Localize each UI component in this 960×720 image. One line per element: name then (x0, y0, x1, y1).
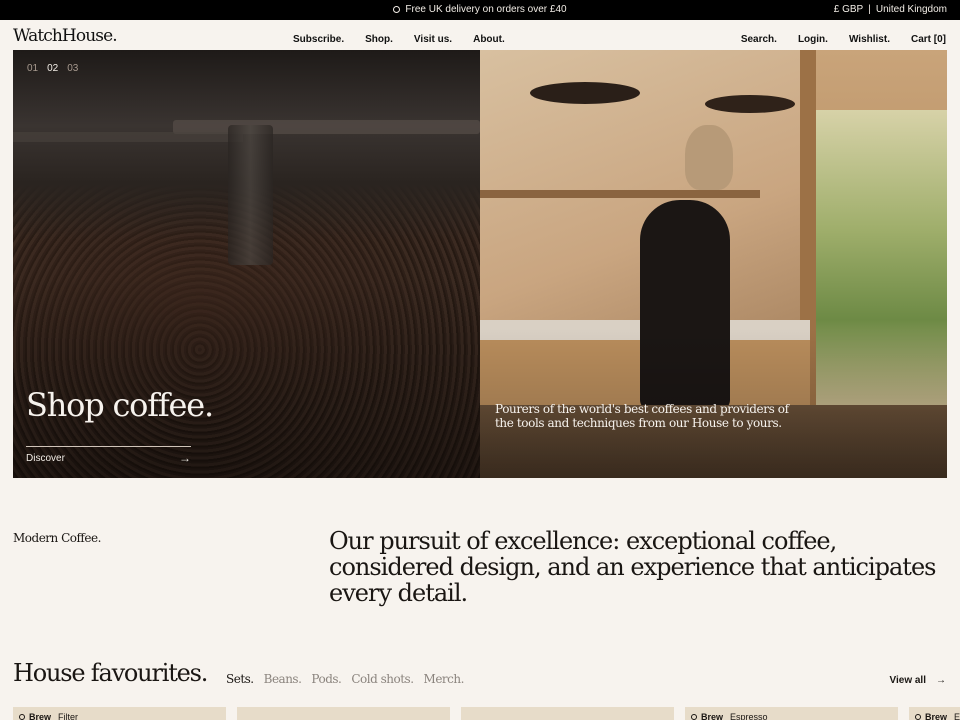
product-card[interactable]: Brew Espresso (685, 707, 898, 720)
mission-statement: Our pursuit of excellence: exceptional c… (329, 527, 936, 607)
roaster-bar-shape (13, 132, 243, 142)
lamp-shape (705, 95, 795, 113)
circle-icon (393, 5, 401, 13)
view-all-link[interactable]: View all → (889, 675, 946, 686)
hero-title: Shop coffee. (26, 386, 214, 424)
tag-label: Brew (925, 712, 948, 720)
product-tag: Brew E (915, 712, 960, 720)
tag-label: Brew (701, 712, 724, 720)
tab-cold-shots[interactable]: Cold shots. (351, 672, 414, 686)
lamp-shape (530, 82, 640, 104)
nav-subscribe[interactable]: Subscribe. (293, 34, 344, 45)
section-eyebrow: Modern Coffee. (13, 531, 101, 545)
slide-1[interactable]: 01 (27, 63, 38, 74)
nav-login[interactable]: Login. (798, 34, 828, 45)
country-label: United Kingdom (875, 4, 947, 15)
discover-link[interactable]: Discover → (26, 446, 191, 465)
slide-2[interactable]: 02 (47, 63, 58, 74)
product-tag: Brew Filter (19, 712, 78, 720)
arrow-right-icon: → (179, 451, 191, 465)
logo[interactable]: WatchHouse. (13, 26, 118, 46)
product-card[interactable] (237, 707, 450, 720)
circle-icon (915, 714, 921, 720)
tab-pods[interactable]: Pods. (311, 672, 341, 686)
hero-caption: Pourers of the world's best coffees and … (495, 402, 789, 430)
tab-merch[interactable]: Merch. (424, 672, 465, 686)
slide-indicator: 01 02 03 (27, 63, 87, 74)
hero-carousel: 01 02 03 Shop coffee. Discover → Pourers… (13, 50, 947, 478)
product-card[interactable]: Brew Filter (13, 707, 226, 720)
tag-method: Espresso (730, 712, 768, 720)
locale-separator: | (868, 4, 871, 15)
circle-icon (691, 714, 697, 720)
circle-icon (19, 714, 25, 720)
vase-shape (685, 125, 733, 190)
favourites-title: House favourites. (13, 659, 208, 687)
announcement-bar: Free UK delivery on orders over £40 £ GB… (0, 0, 960, 20)
favourites-tabs: Sets. Beans. Pods. Cold shots. Merch. (226, 672, 474, 686)
nav-search[interactable]: Search. (741, 34, 777, 45)
nav-cart[interactable]: Cart [0] (911, 34, 946, 45)
tag-method: E (954, 712, 960, 720)
arrow-right-icon: → (936, 675, 946, 686)
announcement-message: Free UK delivery on orders over £40 (0, 4, 960, 15)
nav-visit-us[interactable]: Visit us. (414, 34, 452, 45)
roaster-cylinder-shape (228, 125, 273, 265)
discover-label: Discover (26, 453, 65, 464)
product-carousel: Brew Filter Brew Espresso Brew E (13, 707, 960, 720)
view-all-label: View all (889, 675, 926, 686)
announcement-text: Free UK delivery on orders over £40 (405, 4, 567, 15)
nav-shop[interactable]: Shop. (365, 34, 393, 45)
nav-wishlist[interactable]: Wishlist. (849, 34, 890, 45)
locale-selector[interactable]: £ GBP | United Kingdom (834, 4, 947, 15)
tag-label: Brew (29, 712, 52, 720)
tag-method: Filter (58, 712, 79, 720)
main-nav: Subscribe. Shop. Visit us. About. (293, 34, 526, 45)
tab-beans[interactable]: Beans. (264, 672, 302, 686)
product-card[interactable]: Brew E (909, 707, 960, 720)
product-tag: Brew Espresso (691, 712, 768, 720)
currency-label: £ GBP (833, 4, 864, 15)
utility-nav: Search. Login. Wishlist. Cart [0] (720, 34, 946, 45)
shelf-shape (480, 190, 760, 198)
nav-about[interactable]: About. (473, 34, 505, 45)
tab-sets[interactable]: Sets. (226, 672, 254, 686)
slide-3[interactable]: 03 (67, 63, 78, 74)
product-card[interactable] (461, 707, 674, 720)
